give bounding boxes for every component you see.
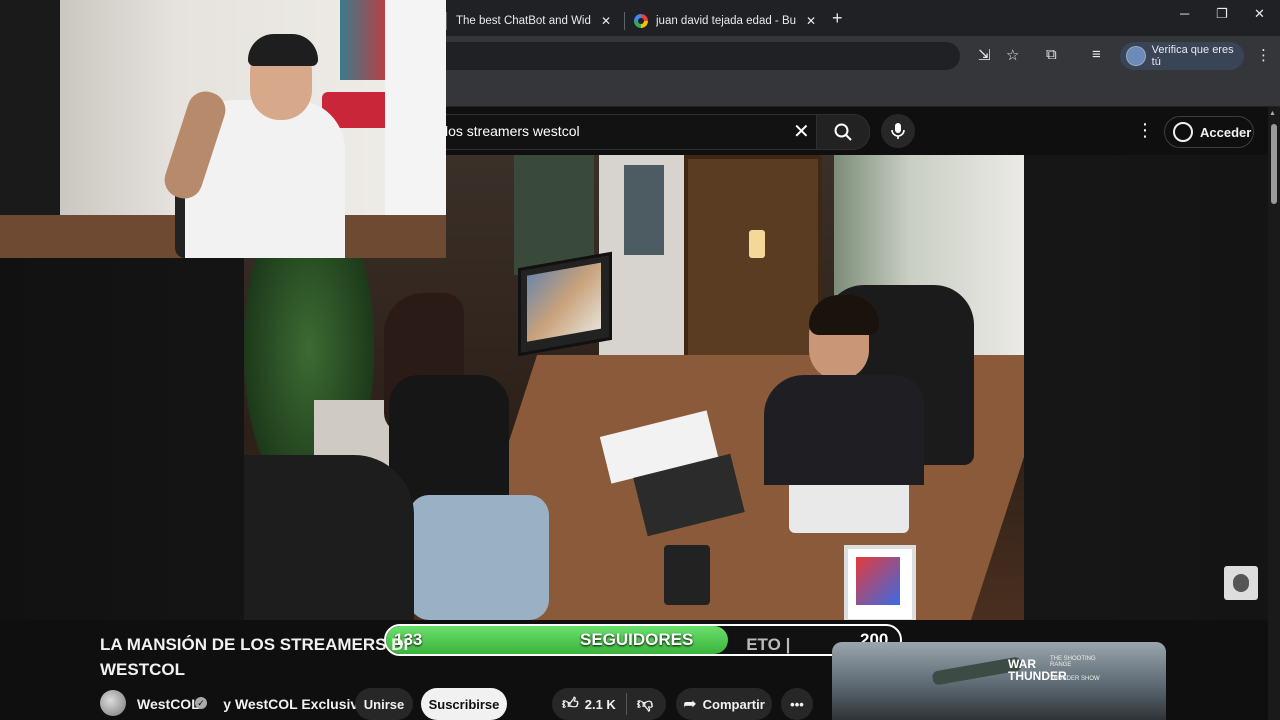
video-title-tail: ETO | [746, 635, 791, 654]
webcam-overlay [0, 0, 446, 258]
verify-label: Verifica que eres tú [1151, 44, 1234, 68]
search-query: los streamers westcol [445, 123, 580, 139]
woman-jeans [409, 495, 549, 620]
close-icon[interactable]: ✕ [806, 14, 816, 28]
streamer-hair [248, 34, 318, 66]
ad-sky [832, 642, 1166, 720]
join-button[interactable]: Unirse [355, 688, 413, 720]
like-dislike-group[interactable]: 👍︎ 2.1 K 👎︎ [552, 688, 666, 720]
video-title-line2: WESTCOL [100, 660, 185, 679]
channel-collab[interactable]: y WestCOL Exclusive [223, 696, 366, 712]
tab-title: juan david tejada edad - Buscar [656, 15, 796, 27]
microphone-icon [891, 123, 905, 139]
signin-label: Acceder [1200, 124, 1252, 140]
channel-primary[interactable]: WestCOL [137, 696, 200, 712]
tab-separator [624, 12, 625, 30]
account-icon [1173, 122, 1193, 142]
google-icon [634, 14, 648, 28]
subscribe-label: Suscribirse [428, 696, 500, 712]
man-suit [764, 375, 924, 485]
channel-avatar[interactable] [100, 690, 126, 716]
voice-search-button[interactable] [881, 114, 915, 148]
minimize-icon[interactable]: ─ [1180, 6, 1189, 21]
verified-check-icon: ✓ [195, 697, 207, 709]
share-button[interactable]: ➦ Compartir [676, 688, 772, 720]
video-title-line1: LA MANSIÓN DE LOS STREAMERS DI [100, 635, 409, 654]
monitor [518, 251, 612, 357]
logo-frame [844, 545, 916, 620]
restore-icon[interactable]: ❐ [1216, 6, 1228, 22]
profile-verify-button[interactable]: Verifica que eres tú [1120, 42, 1244, 70]
join-label: Unirse [363, 696, 405, 712]
channel-name[interactable]: WestCOL y WestCOL Exclusive [137, 696, 366, 712]
ad-brand: WAR THUNDER [1008, 657, 1067, 683]
share-arrow-icon: ➦ [683, 696, 697, 713]
signin-button[interactable]: Acceder [1164, 116, 1254, 148]
close-icon[interactable]: ✕ [601, 14, 611, 28]
video-title: LA MANSIÓN DE LOS STREAMERS DI ETO | WEST… [100, 632, 800, 682]
address-bar[interactable] [430, 42, 960, 70]
tab-google-search[interactable]: juan david tejada edad - Buscar ✕ [634, 6, 824, 36]
settings-menu-icon[interactable]: ⋮ [1136, 120, 1154, 141]
ad-banner[interactable]: WAR THUNDER THE SHOOTING RANGE THUNDER S… [832, 642, 1166, 720]
phone [664, 545, 710, 605]
install-app-icon[interactable]: ⇲ [978, 46, 991, 64]
hanging-flags [340, 0, 390, 80]
more-dots-icon: ••• [790, 696, 804, 712]
tab-separator [446, 12, 447, 30]
tab-title: The best ChatBot and Widgets [456, 15, 591, 27]
new-tab-icon[interactable]: + [832, 8, 843, 29]
ad-caption: THE SHOOTING RANGE [1050, 656, 1096, 668]
lamp [749, 230, 765, 258]
more-actions-button[interactable]: ••• [781, 688, 813, 720]
profile-avatar [1126, 46, 1146, 66]
tab-chatbot[interactable]: The best ChatBot and Widgets ✕ [456, 6, 616, 36]
foreground-chair [244, 455, 414, 620]
thumbs-up-icon[interactable]: 👍︎ [562, 695, 579, 714]
creator-avatar[interactable] [1224, 566, 1258, 600]
ad-caption-2: THUNDER SHOW [1050, 676, 1100, 682]
scroll-up-arrow-icon[interactable]: ▲ [1269, 110, 1276, 117]
media-control-icon[interactable]: ≡ [1092, 46, 1101, 63]
extensions-icon[interactable]: ⧉ [1046, 46, 1057, 63]
scrollbar-thumb[interactable] [1271, 124, 1277, 204]
clear-search-icon[interactable]: ✕ [793, 119, 810, 144]
search-button[interactable] [816, 114, 870, 150]
subscribe-button[interactable]: Suscribirse [421, 688, 507, 720]
search-icon [834, 123, 852, 141]
chrome-menu-icon[interactable]: ⋮ [1256, 46, 1271, 64]
bookmark-star-icon[interactable]: ☆ [1006, 46, 1019, 64]
share-label: Compartir [702, 696, 765, 712]
like-count: 2.1 K [584, 696, 616, 712]
thumbs-down-icon[interactable]: 👎︎ [637, 695, 653, 714]
like-divider [625, 693, 627, 715]
window-close-icon[interactable]: ✕ [1254, 6, 1265, 22]
wall-picture [624, 165, 664, 255]
